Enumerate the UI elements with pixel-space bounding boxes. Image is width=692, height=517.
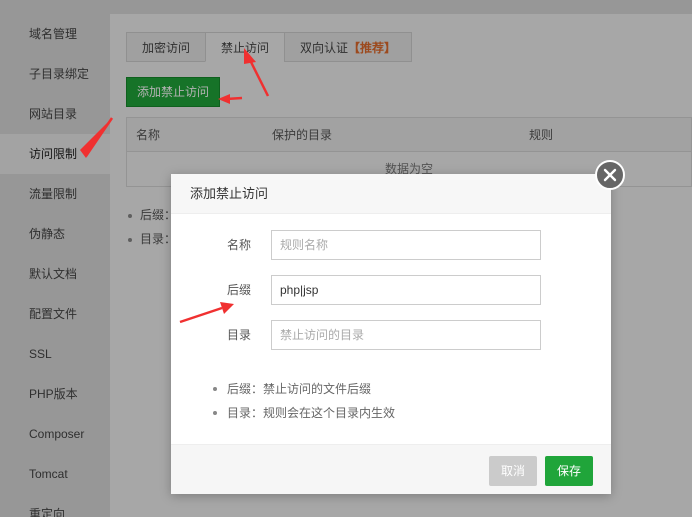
name-input[interactable] [271,230,541,260]
tip-suffix: 后缀：禁止访问的文件后缀 [213,380,371,397]
dir-input[interactable] [271,320,541,350]
close-dialog-button[interactable] [595,160,625,190]
save-button[interactable]: 保存 [545,456,593,486]
cancel-button[interactable]: 取消 [489,456,537,486]
suffix-row: 后缀 [171,275,611,305]
dialog-title: 添加禁止访问 [171,174,611,214]
bullet-dot [213,410,217,415]
name-label: 名称 [226,238,251,252]
tip-dir: 目录：规则会在这个目录内生效 [213,404,395,421]
suffix-input[interactable] [271,275,541,305]
dialog-footer: 取消 保存 [171,444,611,494]
add-deny-access-dialog: 添加禁止访问 名称 后缀 目录 后缀：禁止访问的文件后缀 目录：规则会在这个目录… [171,174,611,494]
close-icon [603,168,617,182]
suffix-label: 后缀 [226,283,251,297]
name-row: 名称 [171,230,611,260]
dir-row: 目录 [171,320,611,350]
dir-label: 目录 [226,328,251,342]
bullet-dot [213,386,217,391]
